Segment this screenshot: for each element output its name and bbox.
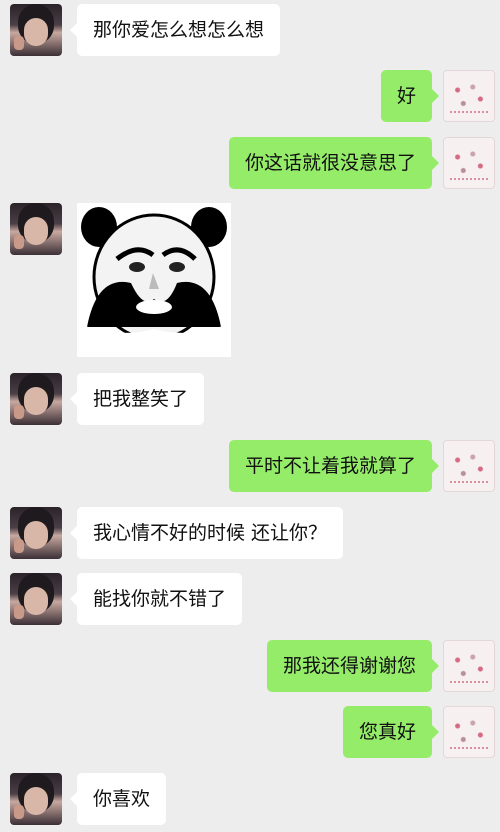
outgoing-message[interactable]: 好: [380, 70, 440, 122]
friend-avatar[interactable]: [10, 573, 62, 625]
my-avatar[interactable]: [443, 70, 495, 122]
friend-avatar[interactable]: [10, 507, 62, 559]
my-avatar[interactable]: [443, 137, 495, 189]
outgoing-message[interactable]: 那我还得谢谢您: [266, 640, 440, 692]
friend-avatar[interactable]: [10, 373, 62, 425]
friend-avatar[interactable]: [10, 203, 62, 255]
incoming-message[interactable]: 你喜欢: [69, 773, 167, 825]
my-avatar[interactable]: [443, 640, 495, 692]
incoming-message[interactable]: 把我整笑了: [69, 373, 205, 425]
friend-avatar[interactable]: [10, 773, 62, 825]
outgoing-message[interactable]: 平时不让着我就算了: [228, 440, 440, 492]
incoming-message[interactable]: 能找你就不错了: [69, 573, 243, 625]
my-avatar[interactable]: [443, 706, 495, 758]
panda-meme-sticker[interactable]: [77, 203, 231, 357]
my-avatar[interactable]: [443, 440, 495, 492]
outgoing-message[interactable]: 你这话就很没意思了: [228, 137, 440, 189]
incoming-message[interactable]: 那你爱怎么想怎么想: [69, 4, 281, 56]
outgoing-message[interactable]: 您真好: [342, 706, 440, 758]
friend-avatar[interactable]: [10, 4, 62, 56]
incoming-message[interactable]: 我心情不好的时候 还让你？: [69, 507, 344, 559]
panda-meme-image: [77, 203, 231, 357]
